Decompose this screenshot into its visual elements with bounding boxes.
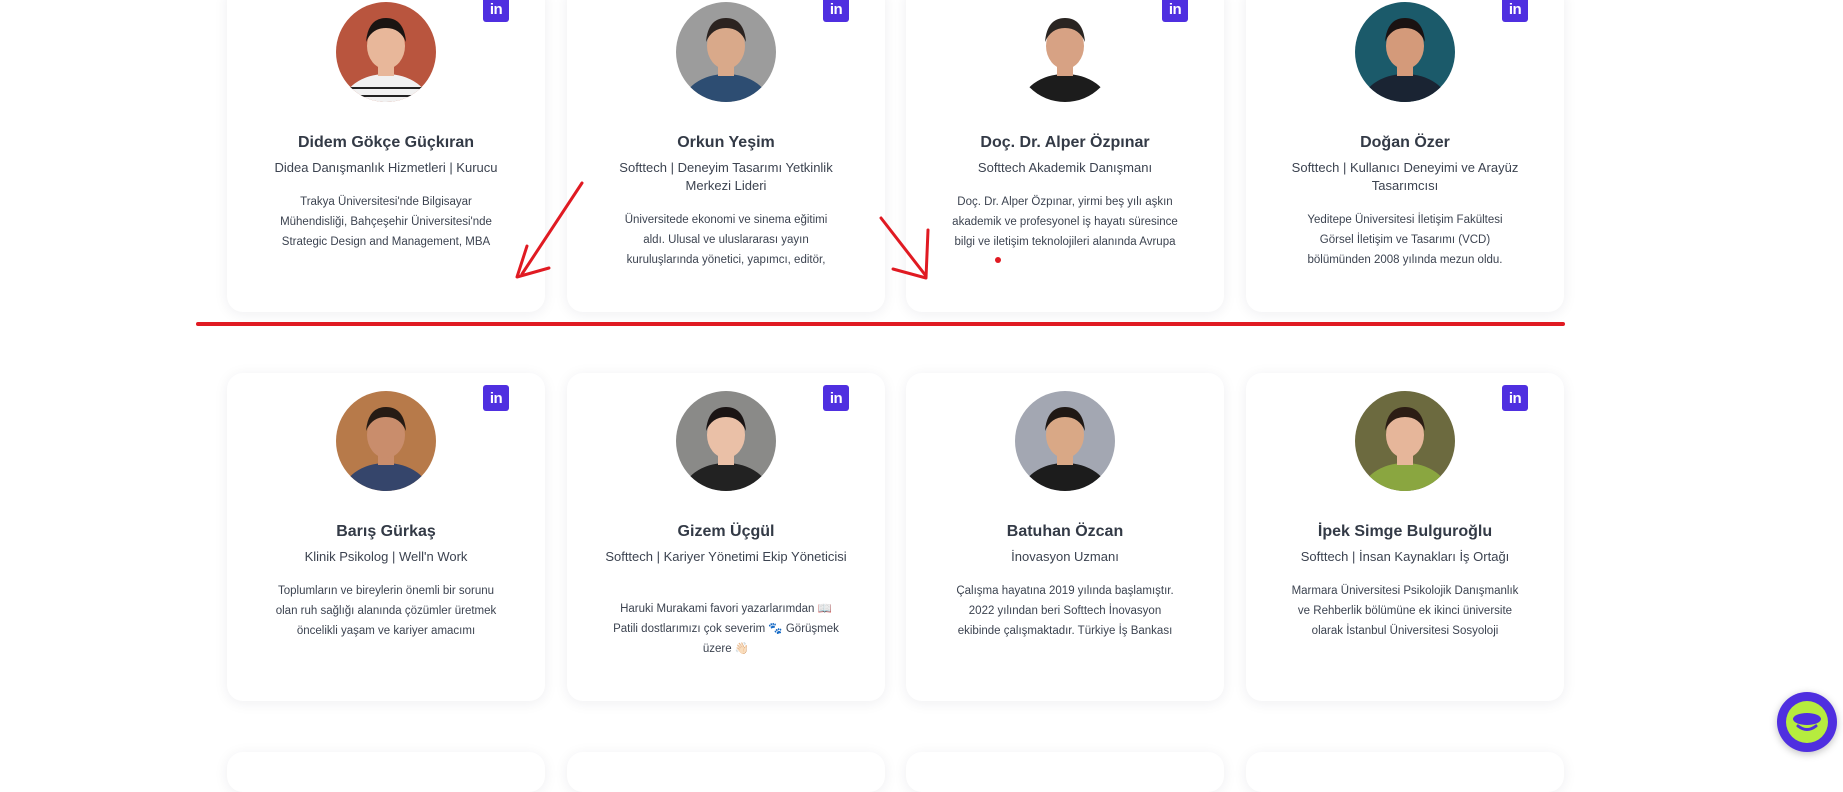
member-name: Barış Gürkaş bbox=[336, 523, 436, 540]
avatar bbox=[1355, 2, 1455, 102]
member-name: Didem Gökçe Güçkıran bbox=[297, 134, 475, 151]
member-name: Gizem Üçgül bbox=[677, 523, 775, 540]
member-role: Softtech | Deneyim Tasarımı Yetkinlik Me… bbox=[619, 160, 833, 193]
team-card: in Doğan Özer Softtech | Kullanıcı Deney… bbox=[1246, 0, 1564, 312]
member-bio-line: Haruki Murakami favori yazarlarımdan 📖 bbox=[620, 603, 832, 615]
member-bio-line: Doç. Dr. Alper Özpınar, yirmi beş yılı a… bbox=[957, 196, 1173, 208]
member-bio-line: öncelikli yaşam ve kariyer amacımı bbox=[296, 625, 476, 637]
team-card: in Doç. Dr. Alper Özpınar Softtech Akade… bbox=[906, 0, 1224, 312]
avatar bbox=[1015, 391, 1115, 491]
avatar bbox=[336, 391, 436, 491]
member-name: Doğan Özer bbox=[1360, 134, 1450, 151]
team-card: in Barış Gürkaş Klinik Psikolog | Well'n… bbox=[227, 373, 545, 701]
chat-button[interactable] bbox=[1777, 692, 1837, 752]
member-bio-line: kuruluşlarında yönetici, yapımcı, editör… bbox=[626, 254, 826, 266]
member-bio: Yeditepe Üniversitesi İletişim Fakültesi… bbox=[1286, 210, 1524, 270]
member-bio-line: olarak İstanbul Üniversitesi Sosyoloji bbox=[1311, 625, 1499, 637]
avatar bbox=[676, 391, 776, 491]
smiley-icon bbox=[1786, 701, 1828, 743]
member-bio: Marmara Üniversitesi Psikolojik Danışman… bbox=[1286, 581, 1524, 641]
member-bio-line: aldı. Ulusal ve uluslararası yayın bbox=[643, 234, 809, 246]
member-bio-line: Patili dostlarımızı çok severim 🐾 Görüşm… bbox=[613, 623, 839, 635]
avatar bbox=[336, 2, 436, 102]
member-role: Didea Danışmanlık Hizmetleri | Kurucu bbox=[274, 160, 498, 175]
team-card: Batuhan Özcan İnovasyon Uzmanı Çalışma h… bbox=[906, 373, 1224, 701]
team-card-partial bbox=[906, 752, 1224, 792]
member-bio-line: Yeditepe Üniversitesi İletişim Fakültesi bbox=[1307, 214, 1503, 226]
team-card: in Gizem Üçgül Softtech | Kariyer Yöneti… bbox=[567, 373, 885, 701]
member-role: Softtech | İnsan Kaynakları İş Ortağı bbox=[1300, 549, 1510, 564]
member-bio: Üniversitede ekonomi ve sinema eğitimi al… bbox=[607, 210, 845, 270]
team-card: in İpek Simge Bulguroğlu Softtech | İnsa… bbox=[1246, 373, 1564, 701]
avatar bbox=[1015, 2, 1115, 102]
member-name: Orkun Yeşim bbox=[677, 134, 775, 151]
member-bio: Toplumların ve bireylerin önemli bir sor… bbox=[267, 581, 505, 641]
member-role: Klinik Psikolog | Well'n Work bbox=[304, 549, 468, 564]
linkedin-icon[interactable]: in bbox=[483, 385, 509, 411]
avatar bbox=[676, 2, 776, 102]
member-bio-line: Toplumların ve bireylerin önemli bir sor… bbox=[277, 585, 495, 597]
member-bio-line: 2022 yılından beri Softtech İnovasyon bbox=[968, 605, 1162, 617]
member-bio-line: Üniversitede ekonomi ve sinema eğitimi bbox=[624, 214, 828, 226]
member-bio-line: Görsel İletişim ve Tasarımı (VCD) bbox=[1319, 234, 1491, 246]
member-bio-line: üzere 👋🏻 bbox=[702, 643, 750, 655]
member-bio: Doç. Dr. Alper Özpınar, yirmi beş yılı a… bbox=[946, 192, 1184, 252]
member-bio-line: Trakya Üniversitesi'nde Bilgisayar bbox=[300, 196, 472, 208]
linkedin-icon[interactable]: in bbox=[823, 385, 849, 411]
member-bio-line: bölümünden 2008 yılında mezun oldu. bbox=[1307, 254, 1503, 266]
member-bio-line: ekibinde çalışmaktadır. Türkiye İş Banka… bbox=[957, 625, 1173, 637]
member-role: Softtech | Kullanıcı Deneyimi ve Arayüz … bbox=[1291, 160, 1519, 193]
linkedin-icon[interactable]: in bbox=[1502, 385, 1528, 411]
member-bio-line: akademik ve profesyonel iş hayatı süresi… bbox=[952, 216, 1178, 228]
member-bio-line: bilgi ve iletişim teknolojileri alanında… bbox=[954, 236, 1176, 248]
member-bio-line: olan ruh sağlığı alanında çözümler üretm… bbox=[275, 605, 497, 617]
linkedin-icon[interactable]: in bbox=[1162, 0, 1188, 22]
member-bio: Haruki Murakami favori yazarlarımdan 📖 Pa… bbox=[607, 599, 845, 659]
member-bio-line: Çalışma hayatına 2019 yılında başlamıştı… bbox=[956, 585, 1174, 597]
member-role: Softtech | Kariyer Yönetimi Ekip Yönetic… bbox=[605, 549, 847, 564]
linkedin-icon[interactable]: in bbox=[1502, 0, 1528, 22]
member-bio: Trakya Üniversitesi'nde Bilgisayar Mühend… bbox=[267, 192, 505, 252]
team-card-partial bbox=[227, 752, 545, 792]
team-card: in Didem Gökçe Güçkıran Didea Danışmanlı… bbox=[227, 0, 545, 312]
member-bio-line: ve Rehberlik bölümüne ek ikinci üniversi… bbox=[1297, 605, 1513, 617]
member-role: Softtech Akademik Danışmanı bbox=[977, 160, 1153, 175]
member-bio-line: Strategic Design and Management, MBA bbox=[281, 236, 491, 248]
member-bio: Çalışma hayatına 2019 yılında başlamıştı… bbox=[946, 581, 1184, 641]
team-card-partial bbox=[567, 752, 885, 792]
linkedin-icon[interactable]: in bbox=[823, 0, 849, 22]
linkedin-icon[interactable]: in bbox=[483, 0, 509, 22]
member-name: Batuhan Özcan bbox=[1006, 523, 1124, 540]
member-role: İnovasyon Uzmanı bbox=[1011, 549, 1119, 564]
avatar bbox=[1355, 391, 1455, 491]
team-card: in Orkun Yeşim Softtech | Deneyim Tasarı… bbox=[567, 0, 885, 312]
member-name: İpek Simge Bulguroğlu bbox=[1317, 523, 1493, 540]
member-bio-line: Mühendisliği, Bahçeşehir Üniversitesi'nd… bbox=[280, 216, 492, 228]
team-card-partial bbox=[1246, 752, 1564, 792]
member-bio-line: Marmara Üniversitesi Psikolojik Danışman… bbox=[1291, 585, 1519, 597]
member-name: Doç. Dr. Alper Özpınar bbox=[980, 134, 1150, 151]
